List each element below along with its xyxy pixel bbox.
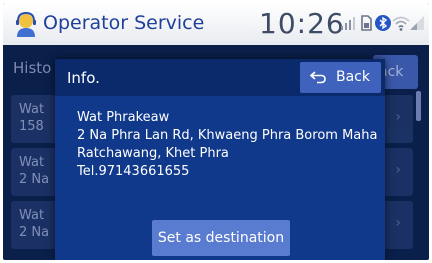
app-title: Operator Service <box>43 12 205 34</box>
history-row-title: Wat <box>19 208 45 223</box>
history-row-title: Wat <box>19 102 45 117</box>
scrollbar[interactable] <box>416 91 421 121</box>
signal-bars-icon <box>341 17 355 30</box>
back-arrow-icon <box>310 71 326 84</box>
history-row-title: Wat <box>19 155 45 170</box>
history-row-subtitle: 2 Na <box>19 172 50 187</box>
address-line-2: Ratchawang, Khet Phra <box>77 146 229 161</box>
operator-headset-icon <box>16 11 36 37</box>
clock: 10:26 <box>259 7 345 40</box>
bluetooth-icon <box>375 15 391 31</box>
phone-number: Tel.97143661655 <box>77 164 190 179</box>
back-button-label: Back <box>336 69 370 85</box>
history-tab[interactable]: Histo <box>13 59 51 77</box>
back-button[interactable]: Back <box>300 62 381 93</box>
dialog-header: Info. Back <box>55 59 385 96</box>
chevron-right-icon: › <box>395 162 401 178</box>
place-info: Wat Phrakeaw 2 Na Phra Lan Rd, Khwaeng P… <box>77 109 377 181</box>
place-name: Wat Phrakeaw <box>77 110 170 125</box>
history-row-subtitle: 2 Na <box>19 225 50 240</box>
sim-icon <box>361 15 372 31</box>
address-line-1: 2 Na Phra Lan Rd, Khwaeng Phra Borom Mah… <box>77 128 378 143</box>
header-bar: Operator Service 10:26 <box>3 3 429 45</box>
set-as-destination-button[interactable]: Set as destination <box>152 220 290 256</box>
history-row-subtitle: 158 <box>19 119 44 134</box>
info-dialog: Info. Back Wat Phrakeaw 2 Na Phra Lan Rd… <box>55 59 385 260</box>
dialog-title: Info. <box>67 69 100 87</box>
chevron-right-icon: › <box>395 215 401 231</box>
screen: Operator Service 10:26 Histo ack Wat 158… <box>3 3 429 260</box>
signal-strength-icon <box>410 16 424 30</box>
chevron-right-icon: › <box>395 109 401 125</box>
